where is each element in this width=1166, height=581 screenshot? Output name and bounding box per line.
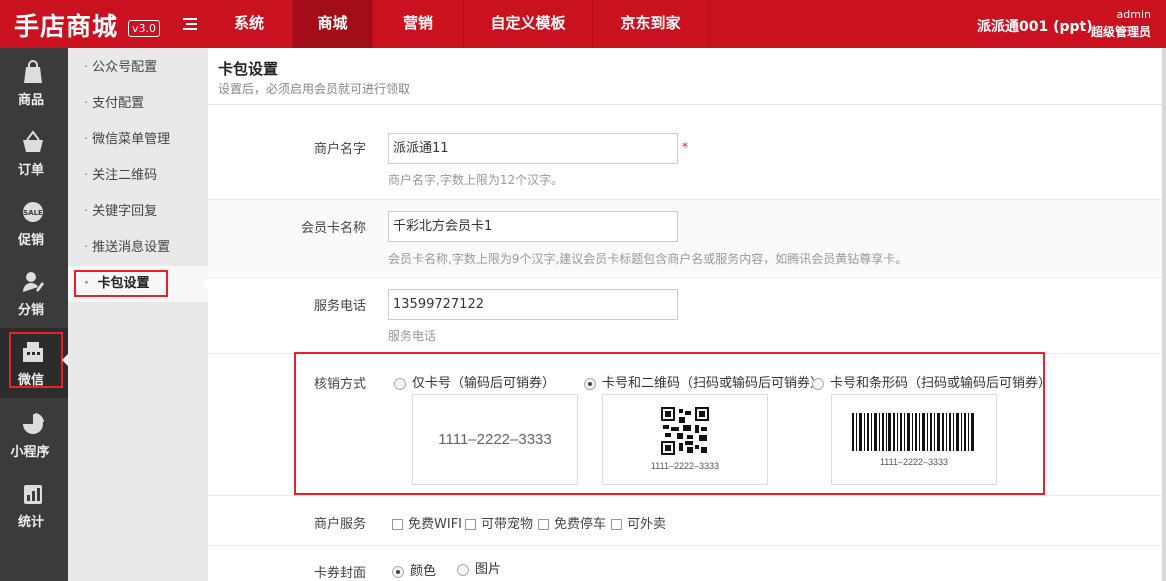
cover-label: 卡券封面	[313, 566, 366, 581]
admin-role: 超级管理员	[1090, 25, 1151, 39]
nav-item-mall[interactable]: 商城	[293, 0, 373, 48]
submenu-item-keyword-reply[interactable]: 关键字回复	[68, 194, 208, 230]
form-row-merchant: 商户名字 派派通11 * 商户名字,字数上限为12个汉字。	[208, 120, 1162, 200]
card-name-hint: 会员卡名称,字数上限为9个汉字,建议会员卡标题包含商户名或服务内容，如腾讯会员黄…	[388, 252, 908, 266]
sidebar-item-label: 微信	[17, 373, 44, 388]
menu-toggle-icon[interactable]	[183, 18, 197, 30]
submenu-item-payment[interactable]: 支付配置	[68, 86, 208, 122]
option-label: 可外卖	[627, 517, 667, 532]
card-name-label: 会员卡名称	[300, 221, 366, 236]
nav-item-system[interactable]: 系统	[206, 0, 293, 48]
services-label: 商户服务	[313, 517, 366, 532]
form-row-cover: 卡券封面 颜色 图片	[208, 546, 1162, 581]
submenu-item-official-account[interactable]: 公众号配置	[68, 50, 208, 86]
user-pen-icon	[23, 272, 44, 292]
sidebar-item-label: 统计	[17, 515, 44, 530]
nav-item-marketing[interactable]: 营销	[373, 0, 464, 48]
merchant-name-input[interactable]: 派派通11	[388, 133, 678, 164]
phone-hint: 服务电话	[388, 329, 437, 343]
sidebar-item-label: 订单	[17, 163, 44, 178]
form-row-card-name: 会员卡名称 千彩北方会员卡1 会员卡名称,字数上限为9个汉字,建议会员卡标题包含…	[208, 200, 1162, 278]
checkbox[interactable]	[538, 519, 549, 530]
radio-button-selected[interactable]	[392, 565, 404, 578]
svg-text:SALE: SALE	[23, 209, 43, 217]
option-label: 免费WIFI	[408, 517, 462, 532]
sidebar-item-miniprogram[interactable]: 小程序	[0, 400, 68, 470]
stats-icon	[24, 485, 42, 504]
cover-option-color[interactable]: 颜色	[392, 560, 436, 579]
option-label: 免费停车	[554, 517, 607, 532]
sidebar-item-label: 促销	[17, 233, 44, 248]
checkbox[interactable]	[611, 519, 622, 530]
sidebar-item-label: 商品	[17, 93, 44, 108]
phone-label: 服务电话	[313, 299, 366, 314]
divider	[208, 104, 1162, 105]
sub-menu: 公众号配置 支付配置 微信菜单管理 关注二维码 关键字回复 推送消息设置 卡包设…	[68, 48, 208, 581]
sidebar-item-label: 小程序	[10, 445, 50, 460]
checkbox[interactable]	[392, 519, 403, 530]
option-label: 颜色	[410, 564, 437, 579]
sidebar-item-distribution[interactable]: 分销	[0, 258, 68, 328]
main-sidebar: 商品 订单 SALE 促销 分销 微信 小程序 统计	[0, 48, 68, 581]
main-content: 卡包设置 设置后，必须启用会员就可进行领取 商户名字 派派通11 * 商户名字,…	[208, 48, 1162, 581]
radio-button[interactable]	[457, 563, 469, 576]
submenu-item-card-wallet[interactable]: 卡包设置	[68, 266, 208, 302]
merchant-hint: 商户名字,字数上限为12个汉字。	[388, 173, 564, 187]
submenu-item-push-message[interactable]: 推送消息设置	[68, 230, 208, 266]
highlight-box	[74, 270, 168, 297]
bag-icon	[24, 60, 42, 83]
highlight-box	[294, 352, 1045, 495]
pie-icon	[23, 413, 44, 434]
shop-name[interactable]: 派派通001 (ppt)	[977, 16, 1093, 36]
version-badge: v3.0	[128, 20, 161, 37]
register-icon	[23, 342, 43, 362]
required-mark: *	[682, 140, 688, 154]
submenu-item-wechat-menu[interactable]: 微信菜单管理	[68, 122, 208, 158]
sale-tag-icon: SALE	[23, 202, 43, 222]
sidebar-item-orders[interactable]: 订单	[0, 118, 68, 188]
top-nav: 系统 商城 营销 自定义模板 京东到家	[206, 0, 709, 48]
sidebar-item-label: 分销	[17, 303, 44, 318]
page-title: 卡包设置	[218, 60, 279, 78]
phone-input[interactable]: 13599727122	[388, 289, 678, 320]
service-parking-checkbox[interactable]: 免费停车	[538, 513, 606, 532]
option-label: 可带宠物	[481, 517, 534, 532]
nav-item-custom-template[interactable]: 自定义模板	[464, 0, 593, 48]
checkbox[interactable]	[465, 519, 476, 530]
sidebar-item-goods[interactable]: 商品	[0, 48, 68, 118]
cover-option-image[interactable]: 图片	[457, 558, 501, 577]
top-header: 手店商城 v3.0 系统 商城 营销 自定义模板 京东到家 派派通001 (pp…	[0, 0, 1166, 48]
app-logo[interactable]: 手店商城	[14, 7, 118, 43]
form-row-services: 商户服务 免费WIFI 可带宠物 免费停车 可外卖	[208, 496, 1162, 546]
sidebar-item-statistics[interactable]: 统计	[0, 470, 68, 540]
form-row-phone: 服务电话 13599727122 服务电话	[208, 278, 1162, 354]
nav-item-jd-home[interactable]: 京东到家	[593, 0, 709, 48]
scrollbar[interactable]	[1162, 48, 1166, 581]
service-takeout-checkbox[interactable]: 可外卖	[611, 513, 666, 532]
service-wifi-checkbox[interactable]: 免费WIFI	[392, 513, 462, 532]
admin-username[interactable]: admin	[1117, 8, 1151, 21]
sidebar-item-promotion[interactable]: SALE 促销	[0, 188, 68, 258]
merchant-label: 商户名字	[313, 142, 366, 157]
submenu-item-follow-qrcode[interactable]: 关注二维码	[68, 158, 208, 194]
option-label: 图片	[475, 562, 502, 577]
card-name-input[interactable]: 千彩北方会员卡1	[388, 211, 678, 242]
basket-icon	[23, 130, 43, 152]
sidebar-item-wechat[interactable]: 微信	[0, 328, 68, 398]
page-subtitle: 设置后，必须启用会员就可进行领取	[218, 82, 411, 96]
service-pets-checkbox[interactable]: 可带宠物	[465, 513, 533, 532]
